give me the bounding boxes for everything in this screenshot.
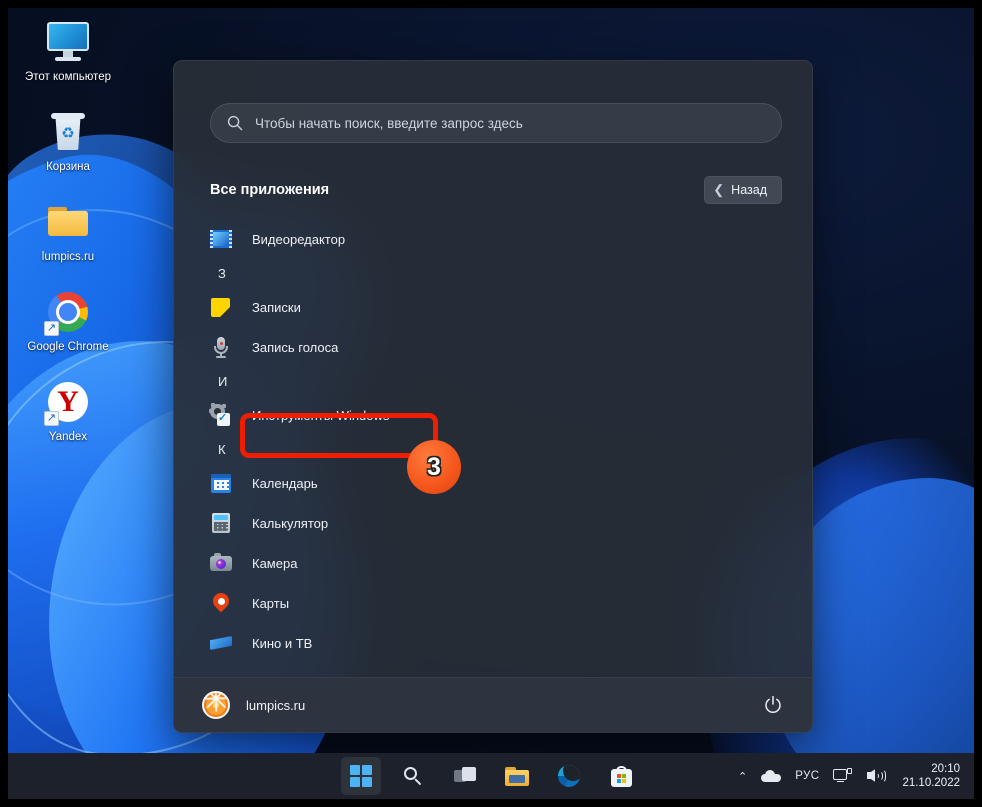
yandex-icon: Y ↗ xyxy=(44,378,92,426)
desktop-icon-this-pc[interactable]: Этот компьютер xyxy=(20,8,116,84)
network-icon xyxy=(833,768,853,784)
power-icon[interactable] xyxy=(762,694,784,716)
app-list-item-maps[interactable]: Карты xyxy=(202,583,786,623)
desktop-icon-yandex[interactable]: Y ↗ Yandex xyxy=(20,368,116,444)
desktop-icon-label: Корзина xyxy=(46,161,90,173)
tray-onedrive-button[interactable] xyxy=(754,757,788,795)
tray-date: 21.10.2022 xyxy=(902,777,960,789)
app-list-letter-header: И xyxy=(202,367,786,395)
app-list-item-calculator[interactable]: Калькулятор xyxy=(202,503,786,543)
task-view-icon xyxy=(454,767,476,785)
camera-icon xyxy=(210,552,232,574)
app-list-item-camera[interactable]: Камера xyxy=(202,543,786,583)
language-indicator: РУС xyxy=(795,770,820,782)
taskbar: ⌃ РУС 20:10 21.10.2022 xyxy=(8,753,974,799)
app-list-item-label: Калькулятор xyxy=(252,515,329,531)
back-button[interactable]: ❮ Назад xyxy=(704,176,782,204)
annotation-step-badge: 3 xyxy=(407,440,461,494)
volume-icon xyxy=(866,768,887,784)
app-list-item-label: Запись голоса xyxy=(252,339,339,355)
tray-language-button[interactable]: РУС xyxy=(788,757,826,795)
tray-volume-button[interactable] xyxy=(859,757,892,795)
start-menu-footer: lumpics.ru xyxy=(174,677,812,732)
folder-icon xyxy=(505,766,529,786)
taskbar-start-button[interactable] xyxy=(341,757,381,795)
app-list-item-label: Видеоредактор xyxy=(252,231,346,247)
desktop-icon-recycle-bin[interactable]: ♻ Корзина xyxy=(20,98,116,174)
avatar xyxy=(202,691,230,719)
app-list-item-label: Инструменты Windows xyxy=(252,407,390,423)
tray-overflow-button[interactable]: ⌃ xyxy=(731,757,754,795)
back-button-label: Назад xyxy=(731,183,767,197)
taskbar-file-explorer-button[interactable] xyxy=(497,757,537,795)
app-list-item-calendar[interactable]: Календарь xyxy=(202,463,786,503)
app-list-item-label: Записки xyxy=(252,299,301,315)
desktop-icon-label: Google Chrome xyxy=(27,341,109,353)
desktop-icon-label: Этот компьютер xyxy=(25,71,111,83)
letter-label: З xyxy=(218,265,226,281)
system-tray: ⌃ РУС 20:10 21.10.2022 xyxy=(731,753,964,799)
maps-icon xyxy=(209,589,233,614)
app-list-item-windows-tools[interactable]: Инструменты Windows xyxy=(202,395,786,435)
shortcut-arrow-icon: ↗ xyxy=(44,321,59,336)
edge-icon xyxy=(558,765,580,787)
app-list-item-voice-recorder[interactable]: Запись голоса xyxy=(202,327,786,367)
letter-label: И xyxy=(218,373,228,389)
onedrive-icon xyxy=(761,770,782,782)
desktop-screen: Этот компьютер ♻ Корзина lumpics.ru ↗ Go… xyxy=(8,8,974,799)
sticky-notes-icon xyxy=(210,296,232,318)
shortcut-arrow-icon: ↗ xyxy=(44,411,59,426)
screenshot-frame: Этот компьютер ♻ Корзина lumpics.ru ↗ Go… xyxy=(0,0,982,807)
desktop-icon-list: Этот компьютер ♻ Корзина lumpics.ru ↗ Go… xyxy=(8,8,128,458)
app-list-letter-header: К xyxy=(202,435,786,463)
desktop-icon-lumpics-folder[interactable]: lumpics.ru xyxy=(20,188,116,264)
calculator-icon xyxy=(210,512,232,534)
app-list-item-label: Карты xyxy=(252,595,290,611)
video-editor-icon xyxy=(210,228,232,250)
app-list[interactable]: Видеоредактор З Записки Запись голоса И … xyxy=(202,219,786,675)
app-list-item-label: Календарь xyxy=(252,475,318,491)
tray-network-button[interactable] xyxy=(826,757,859,795)
tray-clock[interactable]: 20:10 21.10.2022 xyxy=(892,762,964,790)
taskbar-edge-button[interactable] xyxy=(549,757,589,795)
taskbar-task-view-button[interactable] xyxy=(445,757,485,795)
folder-icon xyxy=(44,198,92,246)
search-icon xyxy=(403,766,423,786)
app-list-item-movies-tv[interactable]: Кино и ТВ xyxy=(202,623,786,663)
monitor-icon xyxy=(44,18,92,66)
app-list-letter-header: З xyxy=(202,259,786,287)
tray-time: 20:10 xyxy=(931,763,960,775)
windows-tools-icon xyxy=(209,403,232,426)
start-menu-panel: Чтобы начать поиск, введите запрос здесь… xyxy=(173,60,813,733)
desktop-icon-label: lumpics.ru xyxy=(41,251,95,263)
letter-label: К xyxy=(218,441,226,457)
chevron-left-icon: ❮ xyxy=(713,182,725,197)
app-list-item-video-editor[interactable]: Видеоредактор xyxy=(202,219,786,259)
app-list-item-sticky-notes[interactable]: Записки xyxy=(202,287,786,327)
movies-tv-icon xyxy=(210,632,232,654)
user-name-label: lumpics.ru xyxy=(246,697,306,713)
microsoft-store-icon xyxy=(610,765,632,787)
user-account-button[interactable]: lumpics.ru xyxy=(202,691,305,719)
recycle-bin-icon: ♻ xyxy=(44,108,92,156)
desktop-icon-google-chrome[interactable]: ↗ Google Chrome xyxy=(20,278,116,354)
taskbar-store-button[interactable] xyxy=(601,757,641,795)
calendar-icon xyxy=(210,472,232,494)
all-apps-header: Все приложения ❮ Назад xyxy=(210,175,782,205)
start-search-box[interactable]: Чтобы начать поиск, введите запрос здесь xyxy=(210,103,782,143)
chevron-up-icon: ⌃ xyxy=(737,770,748,783)
chrome-icon: ↗ xyxy=(44,288,92,336)
voice-recorder-icon xyxy=(210,336,232,358)
search-icon xyxy=(227,115,243,131)
windows-logo-icon xyxy=(350,765,372,787)
all-apps-title: Все приложения xyxy=(210,182,330,198)
app-list-item-label: Кино и ТВ xyxy=(252,635,313,651)
taskbar-search-button[interactable] xyxy=(393,757,433,795)
start-search-placeholder: Чтобы начать поиск, введите запрос здесь xyxy=(255,115,523,131)
app-list-item-label: Камера xyxy=(252,555,298,571)
desktop-icon-label: Yandex xyxy=(48,431,88,443)
